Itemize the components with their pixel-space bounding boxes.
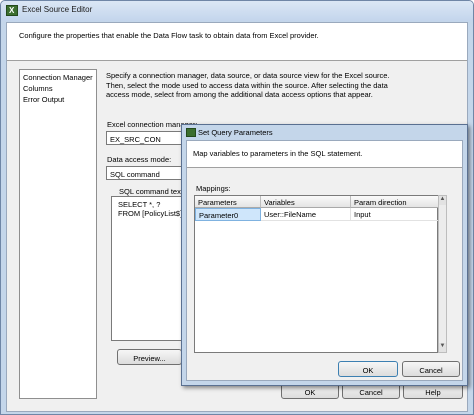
mappings-grid: Parameters Variables Param direction Par… <box>194 195 439 353</box>
dialog-ok-button[interactable]: OK <box>338 361 398 377</box>
navigation-list: Connection Manager Columns Error Output <box>19 69 97 399</box>
access-mode-select[interactable]: SQL command <box>106 166 184 180</box>
nav-item-connection-manager[interactable]: Connection Manager <box>23 73 93 82</box>
scroll-up-arrow-icon[interactable]: ▲ <box>439 196 446 205</box>
mappings-scrollbar[interactable]: ▲ ▼ <box>438 195 447 353</box>
dialog-header-description: Map variables to parameters in the SQL s… <box>193 149 363 158</box>
sql-line-2: FROM [PolicyList$] <box>118 209 183 218</box>
source-description: Specify a connection manager, data sourc… <box>106 71 390 99</box>
scroll-down-arrow-icon[interactable]: ▼ <box>439 343 446 352</box>
excel-source-icon <box>6 5 18 16</box>
access-mode-label: Data access mode: <box>107 155 172 164</box>
excel-source-icon <box>186 128 196 137</box>
dialog-cancel-button[interactable]: Cancel <box>402 361 460 377</box>
cell-variable[interactable]: User::FileName <box>261 208 351 221</box>
cell-param-direction[interactable]: Input <box>351 208 439 221</box>
mappings-label: Mappings: <box>196 184 231 193</box>
window-title: Excel Source Editor <box>22 5 93 14</box>
connection-manager-select[interactable]: EX_SRC_CON <box>106 131 184 145</box>
header-description: Configure the properties that enable the… <box>19 31 319 40</box>
nav-item-error-output[interactable]: Error Output <box>23 95 64 104</box>
sql-line-1: SELECT *, ? <box>118 200 161 209</box>
column-header-param-direction[interactable]: Param direction <box>351 196 439 208</box>
preview-button[interactable]: Preview... <box>117 349 182 365</box>
sql-command-textarea[interactable]: SELECT *, ? FROM [PolicyList$] <box>111 196 191 341</box>
dialog-header-panel: Map variables to parameters in the SQL s… <box>187 141 462 168</box>
cell-parameter[interactable]: Parameter0 <box>195 208 261 221</box>
column-header-parameters[interactable]: Parameters <box>195 196 261 208</box>
nav-item-columns[interactable]: Columns <box>23 84 53 93</box>
column-header-variables[interactable]: Variables <box>261 196 351 208</box>
dialog-title: Set Query Parameters <box>198 128 273 137</box>
sql-command-label: SQL command text: <box>119 187 185 196</box>
header-panel: Configure the properties that enable the… <box>7 23 467 61</box>
